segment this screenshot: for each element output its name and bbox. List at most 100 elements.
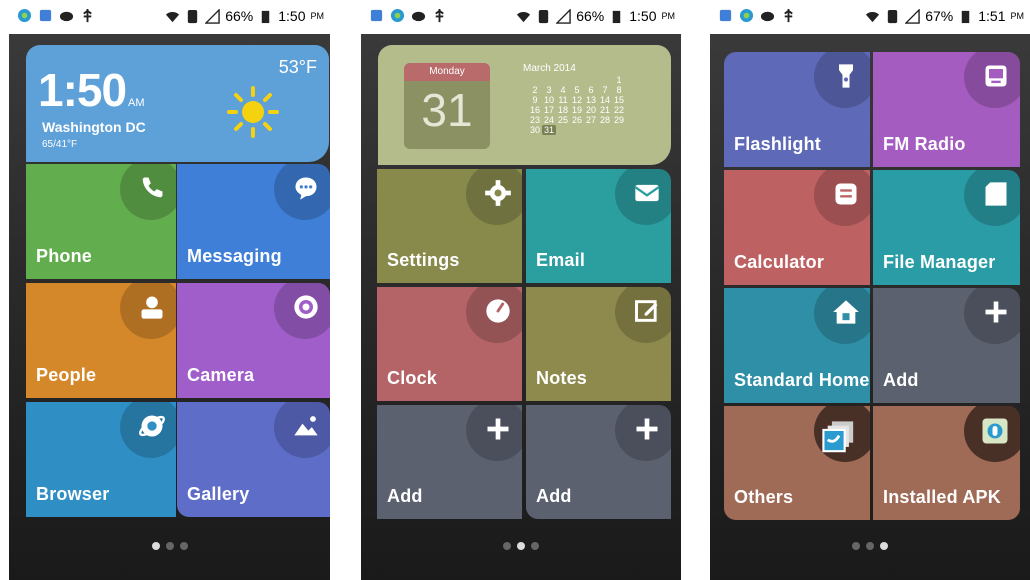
tile-label: Add — [387, 486, 423, 506]
page-dot-3[interactable] — [880, 542, 888, 550]
status-right: 66% 1:50 PM — [165, 8, 324, 24]
tile-installed-apk[interactable]: Installed APK — [873, 406, 1020, 520]
gear-icon — [485, 180, 511, 206]
app-notification-icon — [17, 8, 32, 23]
calendar-cell — [570, 75, 584, 85]
calendar-cell: 18 — [557, 105, 568, 115]
tile-standard-home[interactable]: Standard Home — [724, 288, 870, 403]
page-dot-2[interactable] — [165, 542, 174, 550]
calendar-widget[interactable]: Monday 31 March 2014 1 2 3 4 5 6 7 8 9 10 11 12 13 14… — [378, 45, 671, 165]
calendar-date-card: Monday 31 — [404, 63, 490, 149]
clock-ampm: PM — [310, 11, 325, 21]
calendar-cell: 22 — [613, 105, 624, 115]
home-screen-1: 66% 1:50 PM 1:50 AM Washington DC 65/41°F… — [9, 0, 330, 580]
person-icon — [141, 296, 163, 319]
home-icon — [833, 300, 859, 324]
battery-icon — [962, 10, 970, 23]
clock-ampm: PM — [661, 11, 676, 21]
calendar-month: March 2014 — [523, 63, 576, 74]
calendar-cell: 27 — [585, 115, 596, 125]
calendar-cell: 8 — [616, 85, 622, 95]
weather-am: AM — [128, 97, 145, 109]
page-indicator[interactable] — [710, 542, 1030, 550]
folder-icon — [985, 182, 1007, 206]
calendar-grid: 1 2 3 4 5 6 7 8 9 10 11 12 13 14 15 16 17 18 19 20 21 22 23 24 2… — [528, 75, 626, 135]
battery-icon — [262, 10, 270, 23]
tile-label: Notes — [536, 368, 588, 388]
status-right: 66% 1:50 PM — [516, 8, 675, 24]
tile-label: Clock — [387, 368, 438, 388]
tile-notes[interactable]: Notes — [526, 287, 671, 401]
weather-widget[interactable]: 1:50 AM Washington DC 65/41°F 53°F — [26, 45, 329, 162]
calendar-cell: 1 — [616, 75, 622, 85]
battery-percent: 66% — [225, 8, 254, 24]
tile-camera[interactable]: Camera — [177, 283, 330, 398]
chat-bubble-icon — [295, 177, 317, 200]
apk-icon — [982, 418, 1008, 444]
calendar-cell — [584, 125, 598, 135]
tile-others[interactable]: Others — [724, 406, 870, 520]
status-bar: 66% 1:50 PM — [9, 0, 330, 34]
calendar-cell: 26 — [571, 115, 582, 125]
page-indicator[interactable] — [361, 542, 681, 550]
tile-label: Flashlight — [734, 134, 821, 154]
calendar-cell: 31 — [542, 125, 556, 135]
sim-icon — [888, 9, 898, 23]
tile-calculator[interactable]: Calculator — [724, 170, 870, 285]
page-dot-3[interactable] — [179, 542, 188, 550]
tile-gallery[interactable]: Gallery — [177, 402, 330, 517]
tile-label: Phone — [36, 246, 93, 266]
page-dot-2[interactable] — [517, 542, 525, 550]
calendar-cell: 19 — [571, 105, 582, 115]
page-dot-2[interactable] — [866, 542, 874, 550]
calendar-cell — [598, 125, 612, 135]
phone-icon — [142, 177, 163, 198]
tile-add[interactable]: Add — [526, 405, 671, 519]
tile-email[interactable]: Email — [526, 169, 671, 283]
weather-range: 65/41°F — [42, 139, 78, 150]
calendar-cell — [570, 125, 584, 135]
envelope-icon — [634, 184, 660, 202]
calculator-icon — [835, 183, 857, 205]
calendar-day: 31 — [421, 84, 473, 136]
page-dot-3[interactable] — [531, 542, 539, 550]
tile-flashlight[interactable]: Flashlight — [724, 52, 870, 167]
calendar-cell — [598, 75, 612, 85]
tile-fm-radio[interactable]: FM Radio — [873, 52, 1020, 167]
notification-icons — [369, 8, 447, 23]
signal-icon — [556, 8, 571, 24]
tile-people[interactable]: People — [26, 283, 176, 398]
calendar-cell: 25 — [557, 115, 568, 125]
tile-file-manager[interactable]: File Manager — [873, 170, 1020, 285]
tile-phone[interactable]: Phone — [26, 164, 176, 279]
tile-clock[interactable]: Clock — [377, 287, 522, 401]
game-notification-icon — [59, 11, 74, 22]
page-dot-1[interactable] — [151, 542, 160, 550]
page-dot-1[interactable] — [852, 542, 860, 550]
calendar-cell: 24 — [543, 115, 554, 125]
page-indicator[interactable] — [9, 542, 330, 550]
usb-icon — [83, 8, 92, 23]
weather-time: 1:50 — [38, 64, 127, 116]
tile-messaging[interactable]: Messaging — [177, 164, 330, 279]
tile-browser[interactable]: Browser — [26, 402, 176, 517]
android-notification-icon — [719, 9, 732, 22]
wifi-icon — [517, 11, 531, 22]
battery-percent: 66% — [576, 8, 605, 24]
calendar-cell: 12 — [571, 95, 582, 105]
tile-add[interactable]: Add — [377, 405, 522, 519]
calendar-cell: 6 — [588, 85, 594, 95]
page-dot-1[interactable] — [503, 542, 511, 550]
tile-settings[interactable]: Settings — [377, 169, 522, 283]
game-notification-icon — [760, 11, 775, 22]
calendar-cell: 17 — [543, 105, 554, 115]
tile-label: Browser — [36, 484, 110, 504]
tile-label: Others — [734, 487, 794, 507]
sim-icon — [539, 9, 549, 23]
tile-add[interactable]: Add — [873, 288, 1020, 403]
battery-percent: 67% — [925, 8, 954, 24]
clock-time: 1:51 — [978, 8, 1006, 24]
tile-label: Email — [536, 250, 586, 270]
tile-label: File Manager — [883, 252, 996, 272]
tile-label: Settings — [387, 250, 460, 270]
